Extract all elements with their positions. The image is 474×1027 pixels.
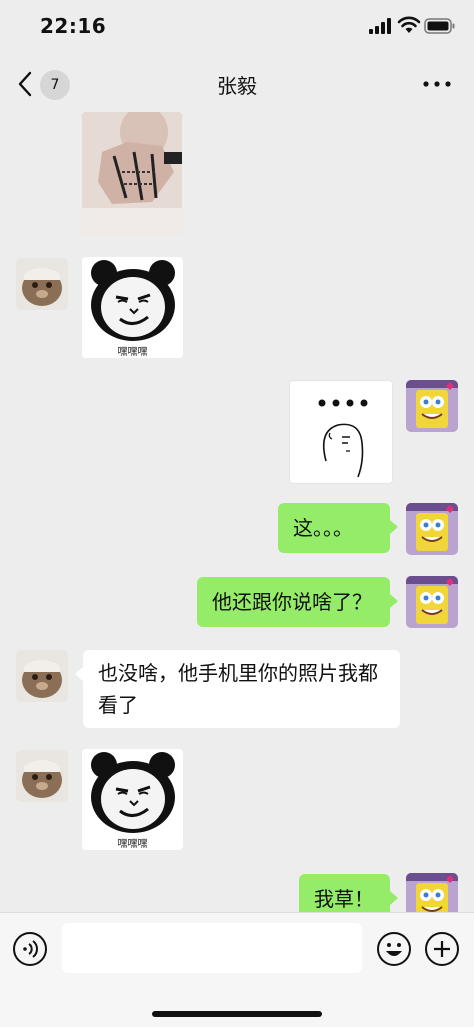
speechless-figure-sticker-image: [318, 399, 368, 478]
message-text: 我草！: [314, 887, 374, 911]
cat-avatar-image: [16, 258, 68, 310]
panda-face-sticker-image: [91, 752, 175, 833]
panda-sticker-message[interactable]: 嘿嘿嘿: [82, 257, 183, 358]
my-avatar[interactable]: [406, 503, 458, 555]
cat-avatar-image: [16, 750, 68, 802]
chat-input-bar: [0, 912, 474, 1027]
battery-icon: [424, 18, 455, 34]
dots-sticker-message[interactable]: [289, 380, 393, 484]
photo-thumbnail-image: [82, 112, 182, 235]
message-text: 这。。。: [293, 516, 353, 540]
bubble-tail: [390, 520, 398, 534]
panda-face-sticker-image: [91, 260, 175, 341]
contact-avatar[interactable]: [16, 650, 68, 702]
sticker-caption: 嘿嘿嘿: [117, 347, 148, 358]
bubble-tail: [390, 594, 398, 608]
add-more-icon[interactable]: [424, 931, 460, 967]
chat-title: 张毅: [217, 74, 257, 98]
home-indicator: [152, 1011, 322, 1017]
contact-avatar[interactable]: [16, 750, 68, 802]
sent-text-bubble[interactable]: 他还跟你说啥了？: [197, 577, 390, 627]
my-avatar[interactable]: [406, 576, 458, 628]
sent-text-bubble[interactable]: 这。。。: [278, 503, 390, 553]
cat-avatar-image: [16, 650, 68, 702]
sticker-caption: 嘿嘿嘿: [117, 839, 148, 850]
contact-avatar[interactable]: [16, 258, 68, 310]
message-input[interactable]: [62, 923, 362, 973]
voice-input-icon[interactable]: [12, 931, 48, 967]
status-time: 22:16: [40, 14, 107, 38]
bubble-tail: [390, 891, 398, 905]
spongebob-avatar-image: [406, 503, 458, 555]
chat-header: 7 张毅: [0, 56, 474, 112]
message-text: 也没啥，他手机里你的照片我都看了: [98, 661, 378, 717]
received-photo-message[interactable]: [82, 112, 182, 235]
cellular-signal-icon: [369, 18, 391, 34]
more-options-icon[interactable]: [420, 74, 454, 94]
message-text: 他还跟你说啥了？: [212, 590, 372, 614]
my-avatar[interactable]: [406, 380, 458, 432]
panda-sticker-message[interactable]: 嘿嘿嘿: [82, 749, 183, 850]
emoji-icon[interactable]: [376, 931, 412, 967]
bubble-tail: [75, 667, 83, 681]
status-bar: 22:16: [0, 0, 474, 56]
spongebob-avatar-image: [406, 380, 458, 432]
wifi-icon: [397, 16, 421, 33]
received-text-bubble[interactable]: 也没啥，他手机里你的照片我都看了: [83, 650, 400, 728]
spongebob-avatar-image: [406, 576, 458, 628]
